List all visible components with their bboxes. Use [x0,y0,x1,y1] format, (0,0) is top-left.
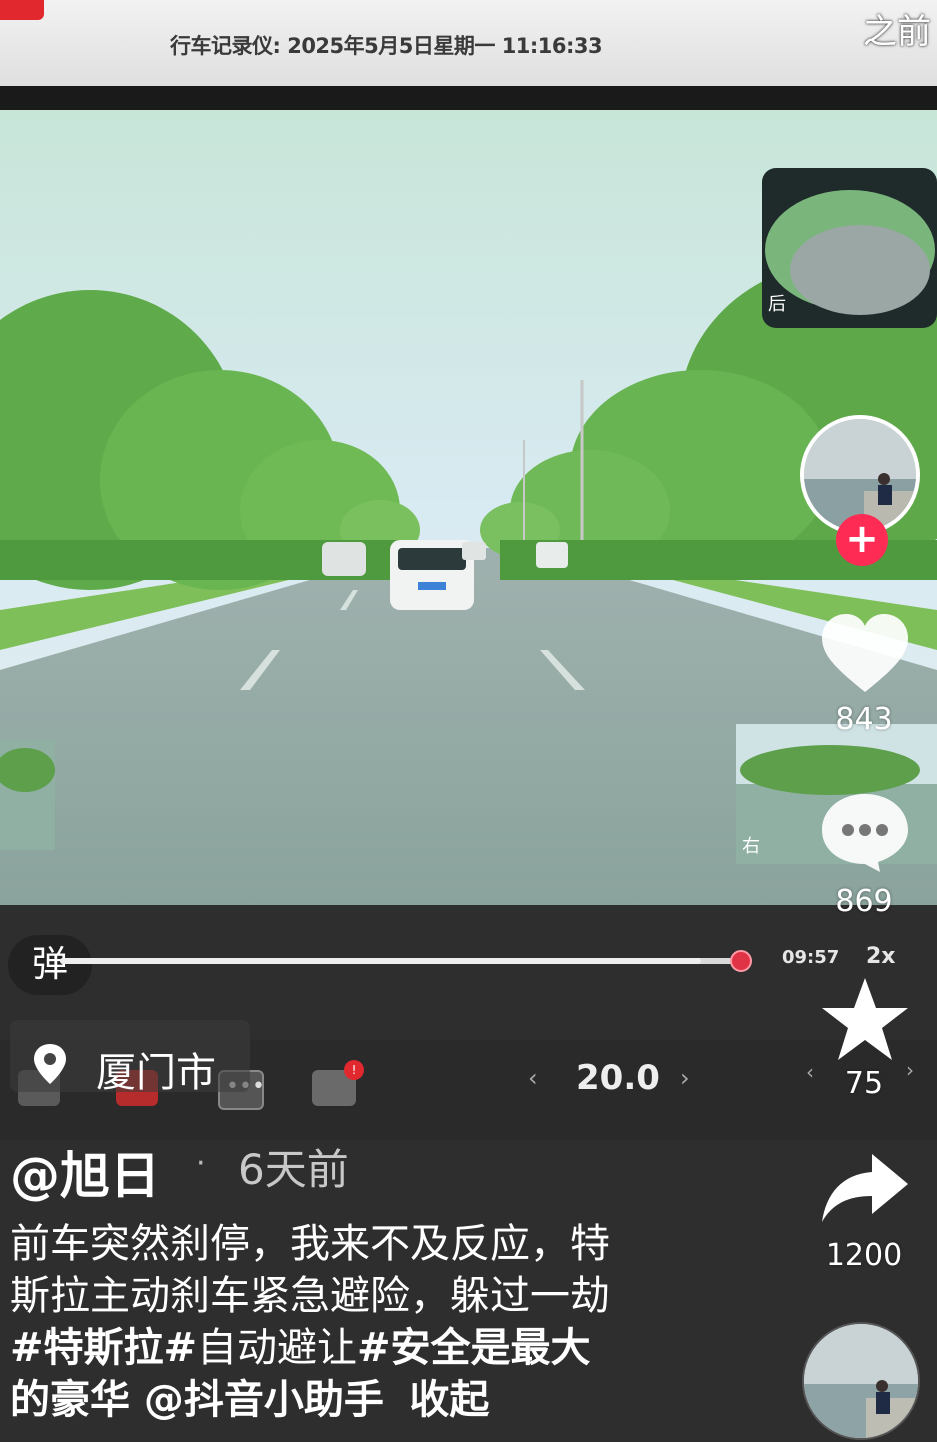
progress-bar[interactable] [60,958,742,964]
hashtag-tesla[interactable]: #特斯拉 [10,1325,164,1371]
share-icon[interactable] [818,1150,912,1226]
caption-line-4-text[interactable]: 的豪华 @抖音小助手 [10,1377,384,1423]
progress-fill [60,958,702,964]
hashtag-auto-avoid[interactable]: 自动避让 [197,1325,357,1371]
post-caption: 前车突然刹停，我来不及反应，特 斯拉主动刹车紧急避险，躲过一劫 #特斯拉#自动避… [10,1218,710,1426]
collapse-button[interactable]: 收起 [409,1377,489,1423]
zoom-prev-button[interactable]: ‹ [528,1064,538,1092]
caption-line-3: #特斯拉#自动避让#安全是最大 [10,1322,710,1374]
like-count: 843 [835,702,893,737]
post-time: 6天前 [238,1145,349,1194]
before-button[interactable]: 之前 [863,4,931,53]
record-indicator [0,0,44,20]
author-name[interactable]: @旭日 [10,1136,160,1208]
zoom-value: 20.0 [576,1058,660,1098]
heart-icon[interactable] [818,612,912,696]
speed-button[interactable]: 2x [866,944,896,969]
recorder-header: 行车记录仪: 2025年5月5日星期一 11:16:33 [0,0,937,100]
right-camera-label: 右 [742,836,760,857]
hashtag-safety[interactable]: #安全是最大 [357,1325,591,1371]
caption-line-4: 的豪华 @抖音小助手 收起 [10,1374,710,1426]
zoom-next-button[interactable]: › [680,1064,690,1092]
progress-handle[interactable] [730,950,752,972]
author-separator: · [196,1146,206,1181]
location-label: 厦门市 [96,1050,216,1096]
video-frame[interactable] [0,110,937,910]
dashcam-icon[interactable]: ! [312,1060,364,1106]
screen-bezel [0,86,937,112]
dashcam-badge: ! [344,1060,364,1080]
caption-line-1: 前车突然刹停，我来不及反应，特 [10,1221,610,1267]
comment-count: 869 [835,884,893,919]
danmu-button[interactable]: 弹 [8,935,92,995]
music-disc-icon[interactable] [802,1322,920,1440]
recorder-title: 行车记录仪: 2025年5月5日星期一 11:16:33 [170,34,603,58]
comment-icon[interactable] [818,790,912,874]
caption-line-2: 斯拉主动刹车紧急避险，躲过一劫 [10,1273,610,1319]
hashtag-prefix[interactable]: # [164,1325,198,1371]
location-pin-icon [34,1044,66,1084]
playback-time: 09:57 [782,947,840,968]
share-count: 1200 [825,1238,903,1273]
rear-camera-label: 后 [768,294,786,315]
star-icon[interactable] [818,974,912,1064]
favorite-count: 75 [844,1066,884,1101]
follow-button[interactable]: + [836,514,888,566]
